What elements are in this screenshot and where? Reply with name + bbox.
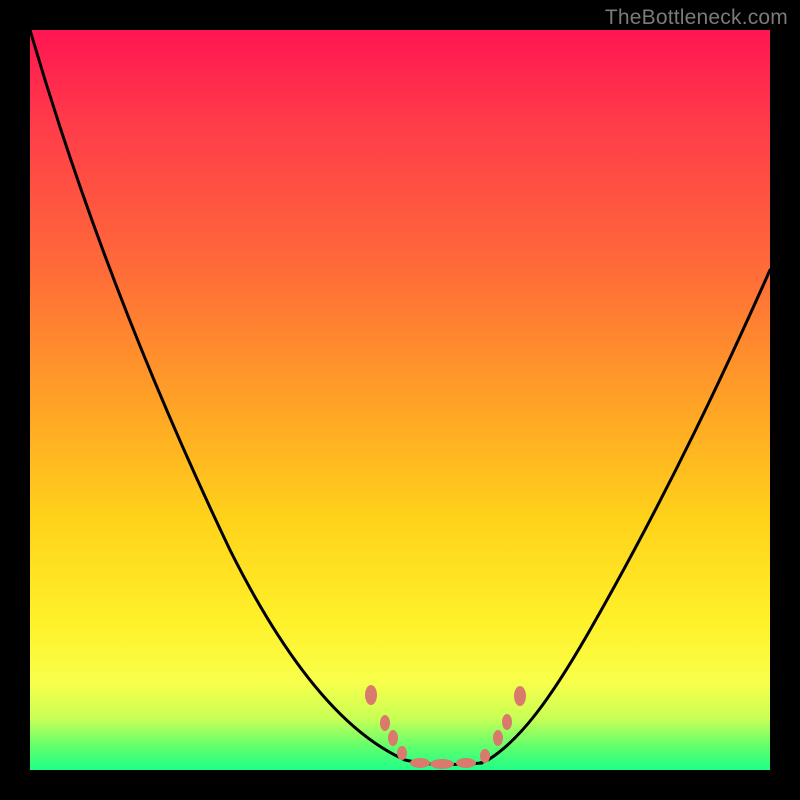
nodule [514,686,526,706]
nodule [480,749,490,763]
plot-area [30,30,770,770]
nodule [388,730,398,746]
watermark-text: TheBottleneck.com [605,6,788,30]
curve-left-branch [30,30,420,763]
outer-frame: TheBottleneck.com [0,0,800,800]
nodule [502,714,512,730]
nodule-group [365,685,526,769]
nodule [397,746,407,760]
curve-svg [30,30,770,770]
nodule [493,730,503,746]
nodule [456,758,476,768]
nodule [430,759,454,769]
nodule [410,758,430,768]
nodule [365,685,377,705]
nodule [380,715,390,731]
